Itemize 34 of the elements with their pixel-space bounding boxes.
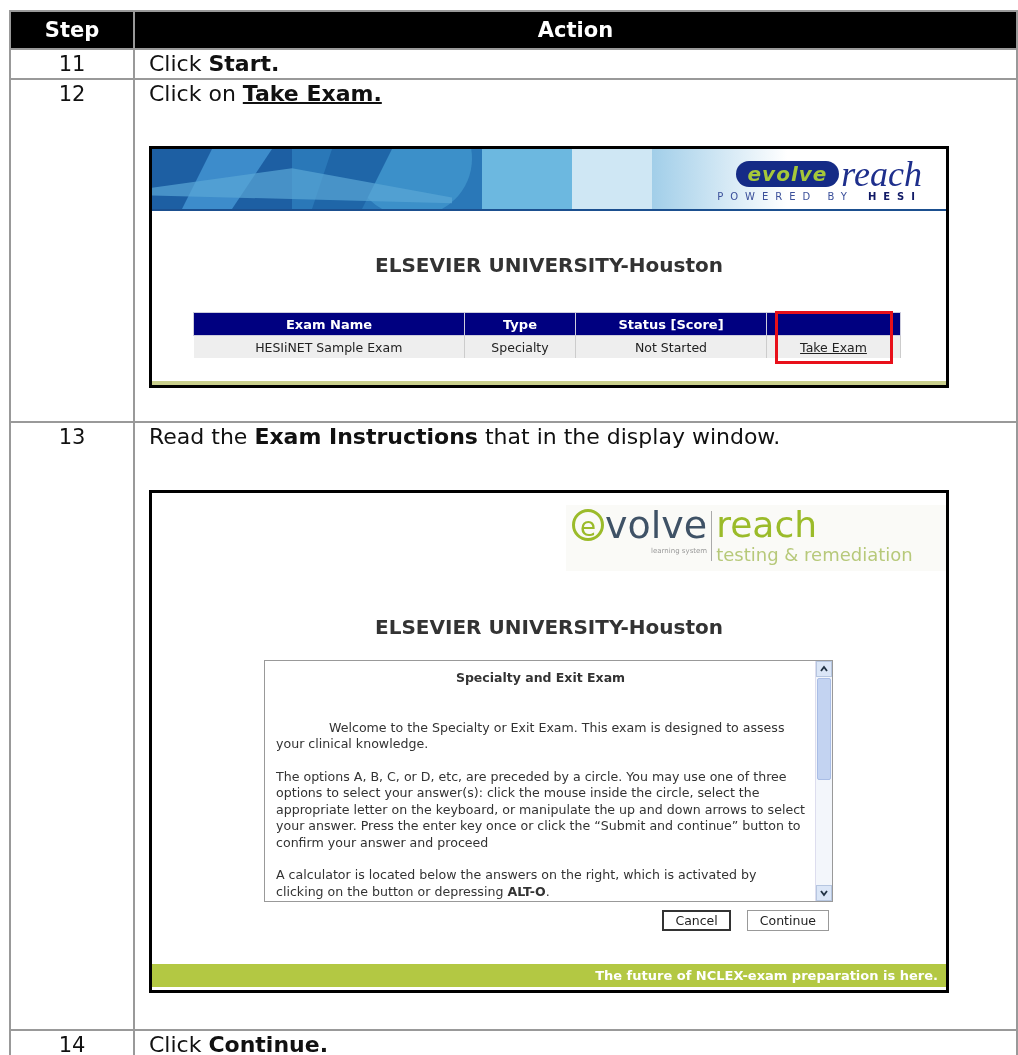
instruction-text: Click Start.: [149, 51, 281, 77]
logo-product: reach: [841, 156, 922, 191]
step-number: 14: [10, 1030, 134, 1055]
page-heading: ELSEVIER UNIVERSITY-Houston: [374, 615, 724, 639]
instruction-text: Read the Exam Instructions that in the display window.: [149, 424, 782, 450]
column-header: Status [Score]: [575, 312, 767, 336]
logo-brand: evolve: [735, 160, 840, 187]
dialog-button[interactable]: Cancel: [662, 910, 731, 931]
column-header: Type: [464, 312, 576, 336]
step-number: 12: [10, 79, 134, 422]
scroll-down-icon[interactable]: [816, 885, 832, 901]
paragraph: A calculator is located below the answers on the right, which is activated by clicking on the button or depressing ALT-O.: [276, 867, 758, 900]
logo-product: reach: [716, 505, 818, 545]
paragraph: Welcome to the Specialty or Exit Exam. This exam is designed to assess your clinical knowledge.: [276, 719, 786, 753]
page-heading: ELSEVIER UNIVERSITY-Houston: [374, 253, 724, 277]
step-number: 13: [10, 422, 134, 1030]
dialog-title: Specialty and Exit Exam: [454, 670, 627, 687]
logo-tagline: POWERED BY: [717, 190, 854, 202]
logo-tagline: testing & remediation: [716, 545, 913, 565]
scrollbar[interactable]: [815, 661, 832, 901]
step-number: 11: [10, 49, 134, 79]
scroll-thumb[interactable]: [817, 678, 831, 780]
table-cell: Not Started: [575, 335, 767, 358]
instruction-text: Click on Take Exam.: [149, 81, 383, 107]
dialog-button[interactable]: Continue: [746, 910, 829, 931]
column-header: Exam Name: [193, 312, 465, 336]
table-cell: HESIiNET Sample Exam: [193, 335, 465, 358]
column-header: Step: [10, 11, 134, 49]
logo-tagline-brand: HESI: [867, 190, 922, 202]
scroll-up-icon[interactable]: [816, 661, 832, 677]
column-header: Action: [134, 11, 1017, 49]
paragraph: The options A, B, C, or D, etc, are preceded by a circle. You may use one of three options to select your answer(s): click the mouse inside the circle, select the appropriate letter on the keyboard, or manipulate the up and down arrows to select your answer. Press the enter key once or click the “Submit and continue” button to confirm your answer and proceed: [276, 768, 805, 851]
instruction-text: Click Continue.: [149, 1032, 329, 1055]
footer-bar: The future of NCLEX-exam preparation is here.: [152, 964, 946, 987]
